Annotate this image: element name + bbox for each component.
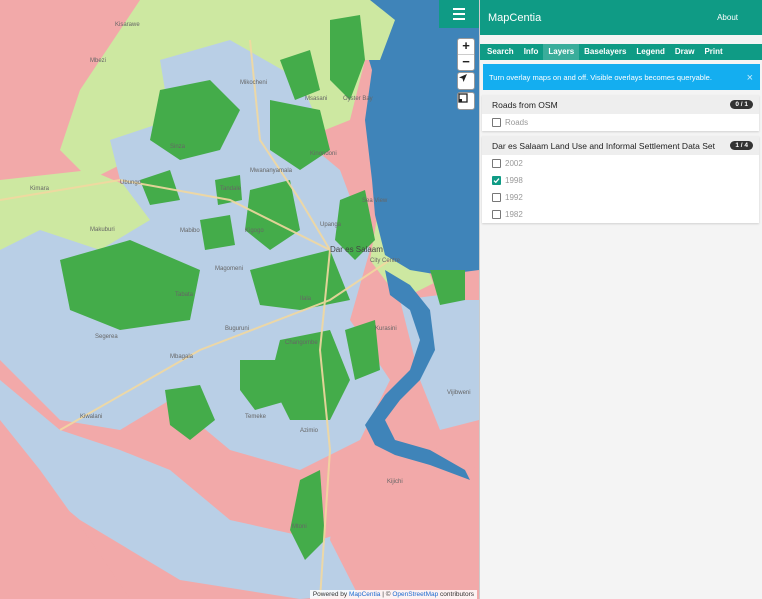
layer-label: 1992 — [505, 193, 523, 202]
place-label: Mbezi — [90, 58, 106, 64]
place-label: Kurasini — [375, 326, 397, 332]
place-label: Mbagala — [170, 354, 194, 360]
tab-legend[interactable]: Legend — [631, 44, 669, 60]
place-label: Oyster Bay — [343, 96, 373, 102]
close-icon[interactable]: × — [747, 72, 753, 84]
place-label: Ubungo — [120, 180, 142, 186]
layer-group-title: Dar es Salaam Land Use and Informal Sett… — [492, 140, 716, 151]
locate-arrow-icon — [459, 74, 467, 82]
zoom-in-button[interactable]: + — [458, 39, 474, 54]
place-label: Upanga — [320, 222, 342, 228]
place-label: Buguruni — [225, 326, 249, 332]
mapcentia-link[interactable]: MapCentia — [349, 591, 380, 598]
place-label: Kijichi — [387, 479, 403, 485]
place-label: Changombe — [285, 340, 318, 346]
app-title: MapCentia — [488, 11, 542, 24]
tab-bar: Search Info Layers Baselayers Legend Dra… — [480, 44, 762, 60]
place-label: Mabibo — [180, 228, 200, 234]
osm-link[interactable]: OpenStreetMap — [392, 591, 438, 598]
tab-baselayers[interactable]: Baselayers — [579, 44, 631, 60]
place-label: Sinza — [170, 144, 186, 150]
fullscreen-icon — [458, 93, 468, 103]
layer-item-roads[interactable]: Roads — [482, 114, 759, 131]
layer-group-roads: Roads from OSM 0 / 1 Roads — [482, 95, 759, 131]
place-label: Kisarawe — [115, 22, 140, 28]
layer-item-1992[interactable]: 1992 — [482, 189, 759, 206]
place-label: Vijibweni — [447, 390, 471, 396]
place-label: Azimio — [300, 428, 319, 434]
place-label: Kigogo — [245, 228, 264, 234]
layer-item-1998[interactable]: 1998 — [482, 172, 759, 189]
layer-group-header[interactable]: Roads from OSM 0 / 1 — [482, 95, 759, 114]
place-label: City Centre — [370, 258, 401, 264]
place-label: Kimara — [30, 186, 50, 192]
layer-checkbox[interactable] — [492, 193, 501, 202]
tab-info[interactable]: Info — [519, 44, 544, 60]
place-label: Dar es Salaam — [330, 245, 383, 254]
side-panel: MapCentia About Search Info Layers Basel… — [479, 0, 762, 599]
about-link[interactable]: About — [717, 13, 738, 22]
tab-print[interactable]: Print — [699, 44, 727, 60]
layer-checkbox[interactable] — [492, 159, 501, 168]
place-label: Tabata — [175, 292, 194, 298]
place-label: Mtoni — [292, 524, 307, 530]
notice-text: Turn overlay maps on and off. Visible ov… — [489, 72, 712, 82]
tab-search[interactable]: Search — [482, 44, 519, 60]
top-bar: MapCentia About — [480, 0, 762, 35]
tab-layers[interactable]: Layers — [543, 44, 580, 60]
place-label: Sea View — [362, 198, 388, 204]
layer-group-title: Roads from OSM — [492, 99, 558, 110]
place-label: Magomeni — [215, 266, 243, 272]
layer-group-header[interactable]: Dar es Salaam Land Use and Informal Sett… — [482, 136, 759, 155]
layer-label: 2002 — [505, 159, 523, 168]
place-label: Temeke — [245, 414, 267, 420]
zoom-out-button[interactable]: − — [458, 54, 474, 70]
hamburger-menu-icon[interactable] — [439, 0, 479, 28]
place-label: Msasani — [305, 96, 327, 102]
fullscreen-button[interactable] — [457, 92, 475, 110]
layer-item-1982[interactable]: 1982 — [482, 206, 759, 223]
place-label: Segerea — [95, 334, 118, 340]
layer-group-landuse: Dar es Salaam Land Use and Informal Sett… — [482, 136, 759, 223]
info-notice: Turn overlay maps on and off. Visible ov… — [483, 64, 760, 90]
layer-checkbox[interactable] — [492, 210, 501, 219]
layer-count-badge: 0 / 1 — [730, 100, 753, 109]
place-label: Kiwalani — [80, 414, 102, 420]
layer-count-badge: 1 / 4 — [730, 141, 753, 150]
place-label: Kinondoni — [310, 151, 337, 157]
tab-draw[interactable]: Draw — [670, 44, 700, 60]
layer-label: 1982 — [505, 210, 523, 219]
layer-checkbox[interactable] — [492, 118, 501, 127]
map-attribution: Powered by MapCentia | © OpenStreetMap c… — [309, 590, 477, 599]
place-label: Ilala — [300, 296, 312, 302]
place-label: Mikocheni — [240, 80, 267, 86]
layer-item-2002[interactable]: 2002 — [482, 155, 759, 172]
place-label: Makuburi — [90, 227, 115, 233]
checkmark-icon — [493, 178, 500, 184]
map-canvas[interactable]: Mikocheni Msasani Oyster Bay Sinza Mwana… — [0, 0, 479, 599]
locate-button[interactable] — [457, 72, 475, 90]
zoom-control: + − — [457, 38, 475, 71]
layer-label: 1998 — [505, 176, 523, 185]
place-label: Mwananyamala — [250, 168, 293, 174]
layer-label: Roads — [505, 118, 529, 127]
place-label: Tandale — [220, 186, 242, 192]
map-view[interactable]: Mikocheni Msasani Oyster Bay Sinza Mwana… — [0, 0, 479, 599]
layer-checkbox-checked[interactable] — [492, 176, 501, 185]
